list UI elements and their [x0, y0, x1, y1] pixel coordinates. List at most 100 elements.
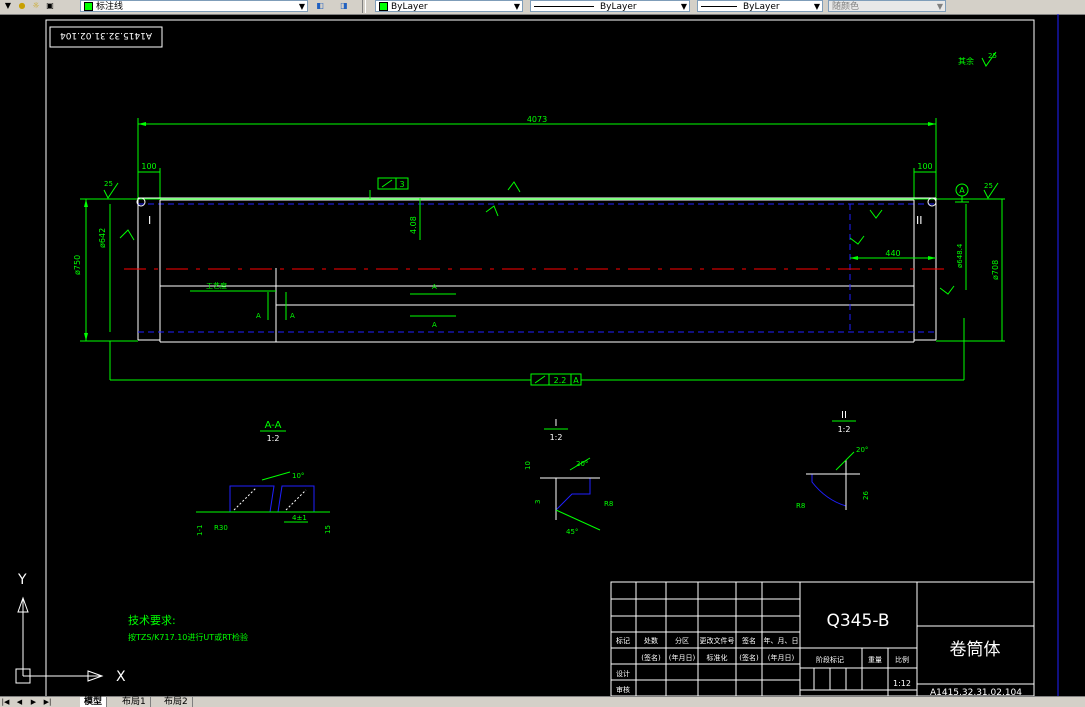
dim-phi642-text: ø642	[98, 228, 107, 248]
section-a-top: A	[432, 283, 437, 291]
header-change-doc: 更改文件号	[700, 636, 735, 645]
linetype-dropdown[interactable]: ByLayer ▼	[530, 0, 690, 12]
material-text: Q345-B	[826, 611, 889, 631]
color-value: ByLayer	[391, 2, 428, 12]
detail-i-3: 3	[534, 500, 542, 504]
linetype-preview	[534, 6, 594, 7]
section-aa: A-A 1:2 10° R30 4±1 1-1 15	[196, 420, 332, 536]
section-arrows: A A A A	[256, 283, 456, 329]
dim-phi708: ø708	[991, 199, 1003, 341]
rotated-code-box: A1415.32.31.02.104	[49, 26, 163, 48]
dim-phi642: ø642	[98, 204, 111, 332]
scale-label: 比例	[895, 655, 909, 664]
detail-i-10: 10	[524, 461, 532, 470]
weight-label: 重量	[868, 656, 882, 664]
review-label: 审核	[616, 685, 630, 694]
toolbar-separator	[362, 0, 366, 13]
stage-label: 阶段标记	[816, 655, 844, 664]
rotated-code-text: A1415.32.31.02.104	[60, 30, 152, 40]
dim-overall: 4073	[137, 115, 937, 200]
lineweight-dropdown[interactable]: ByLayer ▼	[697, 0, 823, 12]
header-sign: 签名	[742, 636, 756, 645]
detail-ii-angle: 20°	[856, 446, 868, 454]
section-a-bottom: A	[432, 321, 437, 329]
plotstyle-dropdown[interactable]: 随颜色 ▼	[828, 0, 946, 12]
chevron-down-icon: ▼	[680, 2, 687, 11]
properties-toolbar: ▼ ● ☼ ▣ 标注线 ▼ ◧ ◨ ByLayer ▼ ByLayer ▼ By…	[0, 0, 1085, 15]
zone-label: 工艺度	[206, 281, 227, 290]
layer-manager-icon[interactable]: ◨	[336, 0, 352, 12]
sub-date-1: (年月日)	[669, 653, 696, 662]
roughness-other: 其余 25	[958, 51, 997, 67]
section-aa-left: 1-1	[196, 525, 204, 536]
header-date: 年、月、日	[764, 636, 799, 645]
detail-left-label: I	[148, 214, 151, 227]
dim-phi750: ø750	[73, 199, 88, 341]
linetype-value: ByLayer	[600, 2, 637, 12]
design-label: 设计	[616, 669, 630, 678]
detail-i-angle: 20°	[576, 460, 588, 468]
chevron-down-icon: ▼	[513, 2, 520, 11]
dim-phi750-text: ø750	[73, 255, 82, 275]
dim-phi648: ø648.4	[956, 204, 967, 290]
header-count: 处数	[644, 636, 658, 645]
section-a-left: A	[256, 312, 261, 320]
detail-ii: II 1:2 20° R8 26	[796, 410, 870, 510]
drawing-no-text: A1415.32.31.02.104	[930, 688, 1022, 696]
ucs-y-label: Y	[17, 572, 27, 588]
lineweight-preview	[701, 6, 737, 7]
layer-color-swatch	[84, 2, 93, 11]
roughness-marks: 25 25	[103, 180, 999, 295]
dim-right-end-text: 100	[917, 162, 932, 171]
runout-frame: 2.2 A	[109, 318, 965, 386]
layout-tab-bar: |◀ ◀ ▶ ▶| 模型 布局1 布局2	[0, 696, 1085, 707]
plotstyle-value: 随颜色	[832, 2, 860, 12]
tech-req-line1: 按TZS/K717.10进行UT或RT检验	[128, 632, 248, 642]
part-name-text: 卷筒体	[950, 640, 1001, 660]
chevron-down-icon: ▼	[298, 2, 305, 11]
dim-440: 440	[850, 249, 936, 260]
dim-left-end: 100	[138, 162, 161, 200]
detail-i: I 1:2 20° 10 3 R8 45°	[524, 418, 613, 536]
sub-date-2: (年月日)	[768, 653, 795, 662]
tech-requirements: 技术要求: 按TZS/K717.10进行UT或RT检验	[128, 614, 248, 642]
sub-sign-1: (签名)	[641, 653, 661, 662]
scale-value-text: 1:12	[893, 679, 911, 688]
detail-ii-title: II	[841, 410, 847, 421]
section-aa-title: A-A	[265, 420, 282, 431]
section-aa-gap: 4±1	[292, 514, 307, 522]
header-mark: 标记	[616, 636, 630, 645]
section-aa-angle: 10°	[292, 472, 304, 480]
section-aa-right: 15	[324, 525, 332, 534]
detail-i-r8: R8	[604, 500, 613, 508]
section-a-right: A	[290, 312, 295, 320]
header-zone: 分区	[675, 636, 689, 645]
roughness-other-label: 其余	[958, 56, 974, 66]
layer-previous-icon[interactable]: ◧	[312, 0, 328, 12]
roughness-other-value: 25	[988, 52, 997, 60]
chevron-down-icon: ▼	[936, 2, 943, 11]
color-dropdown[interactable]: ByLayer ▼	[375, 0, 523, 12]
flatness-value: 3	[399, 180, 404, 189]
detail-i-title: I	[555, 418, 558, 429]
runout-datum: A	[573, 376, 579, 385]
sub-sign-2: (签名)	[739, 653, 759, 662]
tech-req-title: 技术要求:	[128, 614, 176, 627]
title-block: Q345-B 卷筒体 A1415.32.31.02.104 1:12 标记 处数…	[610, 581, 1035, 696]
chevron-down-icon: ▼	[813, 2, 820, 11]
roughness-left: 25	[104, 180, 113, 188]
roughness-right: 25	[984, 182, 993, 190]
color-swatch	[379, 2, 388, 11]
dim-440-text: 440	[885, 249, 900, 258]
ucs-icon: Y X	[15, 572, 126, 685]
layer-name: 标注线	[96, 2, 124, 12]
sub-standard: 标准化	[707, 653, 728, 662]
lineweight-value: ByLayer	[743, 2, 780, 12]
detail-i-scale: 1:2	[550, 433, 563, 442]
drum-body	[80, 197, 1005, 343]
drawing-canvas[interactable]: A1415.32.31.02.104 其余 25 4073 100 100 I …	[0, 14, 1085, 696]
layer-dropdown[interactable]: 标注线 ▼	[80, 0, 308, 12]
lock-icon[interactable]: ▣	[42, 0, 58, 12]
runout-value: 2.2	[554, 376, 567, 385]
dim-left-end-text: 100	[141, 162, 156, 171]
